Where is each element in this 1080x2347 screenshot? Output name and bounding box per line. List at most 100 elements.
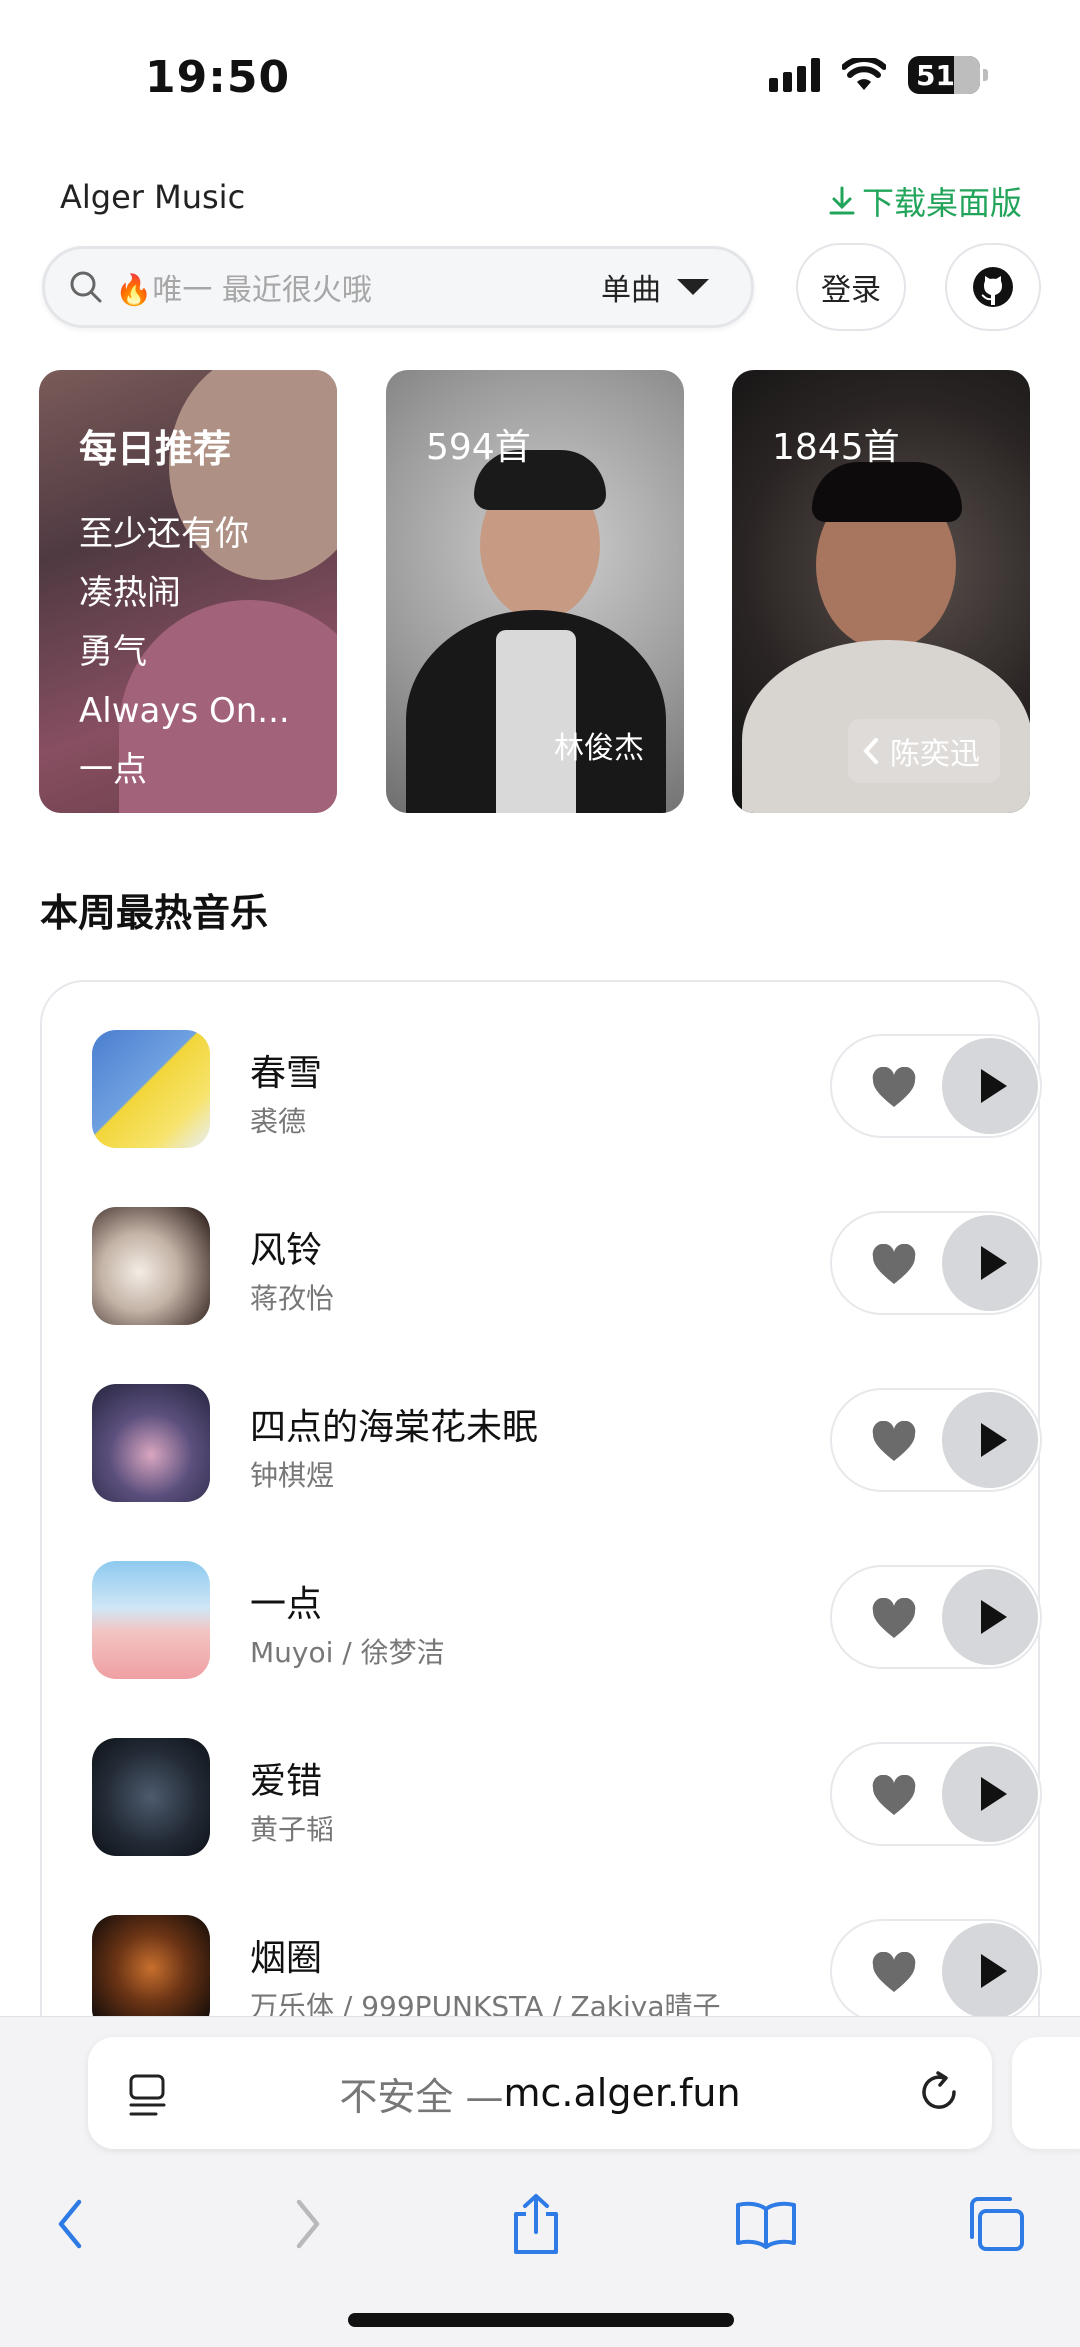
chevron-left-icon — [58, 2199, 82, 2249]
song-actions — [830, 1211, 1042, 1315]
daily-song: Always On... — [79, 691, 290, 731]
download-icon — [829, 186, 855, 215]
play-icon — [981, 1600, 1007, 1634]
github-button[interactable] — [945, 243, 1041, 331]
artist-name: 陈奕迅 — [890, 737, 980, 772]
play-icon — [981, 1954, 1007, 1988]
artist-song-count: 1845首 — [772, 427, 900, 468]
play-icon — [981, 1246, 1007, 1280]
list-item[interactable]: 爱错 黄子韬 — [92, 1738, 1042, 1858]
like-button[interactable] — [870, 1420, 918, 1464]
song-actions — [830, 1034, 1042, 1138]
artist-name-tag[interactable]: 陈奕迅 — [848, 719, 1000, 783]
artist-song-count: 594首 — [426, 427, 531, 468]
song-actions — [830, 1919, 1042, 2023]
hot-music-list: 春雪 裘德 风铃 蒋孜怡 四点的海棠花未眠 钟棋煜 一点 Muyoi / 徐梦洁… — [40, 980, 1042, 2080]
daily-title: 每日推荐 — [79, 427, 232, 471]
address-bar[interactable]: 不安全 — mc.alger.fun — [88, 2037, 992, 2149]
app-title: Alger Music — [60, 178, 246, 216]
song-title: 风铃 — [250, 1230, 323, 1271]
play-button[interactable] — [942, 1746, 1038, 1842]
daily-song: 一点 — [79, 750, 147, 790]
play-button[interactable] — [942, 1215, 1038, 1311]
share-button[interactable] — [496, 2189, 576, 2259]
status-time: 19:50 — [145, 52, 291, 103]
login-button[interactable]: 登录 — [796, 243, 906, 331]
signal-icon — [769, 58, 820, 92]
book-icon — [736, 2201, 796, 2249]
play-button[interactable] — [942, 1392, 1038, 1488]
song-title: 春雪 — [250, 1053, 323, 1094]
song-actions — [830, 1742, 1042, 1846]
play-button[interactable] — [942, 1038, 1038, 1134]
back-button[interactable] — [30, 2189, 110, 2259]
list-item[interactable]: 一点 Muyoi / 徐梦洁 — [92, 1561, 1042, 1681]
song-title: 爱错 — [250, 1761, 323, 1802]
tabs-button[interactable] — [956, 2189, 1036, 2259]
song-title: 烟圈 — [250, 1938, 323, 1979]
album-cover — [92, 1384, 210, 1502]
search-icon — [70, 271, 102, 303]
heart-icon — [872, 1244, 916, 1284]
search-placeholder[interactable]: 🔥唯一 最近很火哦 — [115, 265, 601, 309]
url-host: mc.alger.fun — [503, 2071, 741, 2115]
song-artist: 裘德 — [250, 1105, 307, 1138]
github-icon — [973, 267, 1013, 307]
song-title: 四点的海棠花未眠 — [250, 1407, 539, 1448]
chevron-down-icon[interactable] — [677, 279, 709, 295]
artist-card[interactable]: 1845首 陈奕迅 — [732, 370, 1030, 813]
album-cover — [92, 1738, 210, 1856]
song-artist: 蒋孜怡 — [250, 1282, 335, 1315]
album-cover — [92, 1207, 210, 1325]
play-button[interactable] — [942, 1569, 1038, 1665]
list-item[interactable]: 四点的海棠花未眠 钟棋煜 — [92, 1384, 1042, 1504]
wifi-icon — [842, 58, 886, 90]
song-artist: 钟棋煜 — [250, 1459, 335, 1492]
like-button[interactable] — [870, 1951, 918, 1995]
artist-card[interactable]: 594首 林俊杰 — [386, 370, 684, 813]
reload-icon[interactable] — [916, 2069, 962, 2115]
list-item[interactable]: 春雪 裘德 — [92, 1030, 1042, 1150]
download-desktop-link[interactable]: 下载桌面版 — [828, 178, 1022, 224]
download-label: 下载桌面版 — [861, 184, 1022, 222]
like-button[interactable] — [870, 1243, 918, 1287]
search-bar[interactable]: 🔥唯一 最近很火哦 单曲 — [42, 246, 754, 328]
song-artist: 黄子韬 — [250, 1813, 335, 1846]
play-icon — [981, 1777, 1007, 1811]
battery-icon: 51 — [908, 56, 988, 94]
heart-icon — [872, 1421, 916, 1461]
daily-song-list: 至少还有你 凑热闹 勇气 Always On... 一点 — [79, 505, 290, 800]
album-cover — [92, 1561, 210, 1679]
forward-button[interactable] — [268, 2189, 348, 2259]
play-button[interactable] — [942, 1923, 1038, 2019]
chevron-right-icon — [296, 2199, 320, 2249]
bookmarks-button[interactable] — [726, 2189, 806, 2259]
song-artist: Muyoi / 徐梦洁 — [250, 1636, 445, 1669]
list-item[interactable]: 风铃 蒋孜怡 — [92, 1207, 1042, 1327]
artist-name: 林俊杰 — [554, 731, 644, 766]
next-tab-preview[interactable] — [1012, 2037, 1080, 2149]
play-icon — [981, 1423, 1007, 1457]
heart-icon — [872, 1598, 916, 1638]
chevron-left-icon[interactable] — [860, 736, 882, 766]
daily-song: 至少还有你 — [79, 514, 249, 554]
album-cover — [92, 1030, 210, 1148]
heart-icon — [872, 1067, 916, 1107]
page: 19:50 51 Alger Music 下载桌面版 🔥唯一 最近很火哦 单曲 — [0, 0, 1080, 2347]
status-icons: 51 — [769, 56, 988, 94]
browser-toolbar: 不安全 — mc.alger.fun — [0, 2016, 1080, 2347]
play-icon — [981, 1069, 1007, 1103]
section-title: 本周最热音乐 — [40, 891, 269, 935]
battery-level: 51 — [916, 58, 955, 92]
home-indicator — [348, 2313, 734, 2327]
page-menu-icon[interactable] — [128, 2073, 168, 2119]
daily-recommend-card[interactable]: 每日推荐 至少还有你 凑热闹 勇气 Always On... 一点 — [39, 370, 337, 813]
song-actions — [830, 1388, 1042, 1492]
share-icon — [514, 2194, 558, 2254]
like-button[interactable] — [870, 1774, 918, 1818]
search-type-select[interactable]: 单曲 — [601, 265, 661, 309]
heart-icon — [872, 1775, 916, 1815]
like-button[interactable] — [870, 1597, 918, 1641]
security-label: 不安全 — — [339, 2074, 504, 2119]
like-button[interactable] — [870, 1066, 918, 1110]
